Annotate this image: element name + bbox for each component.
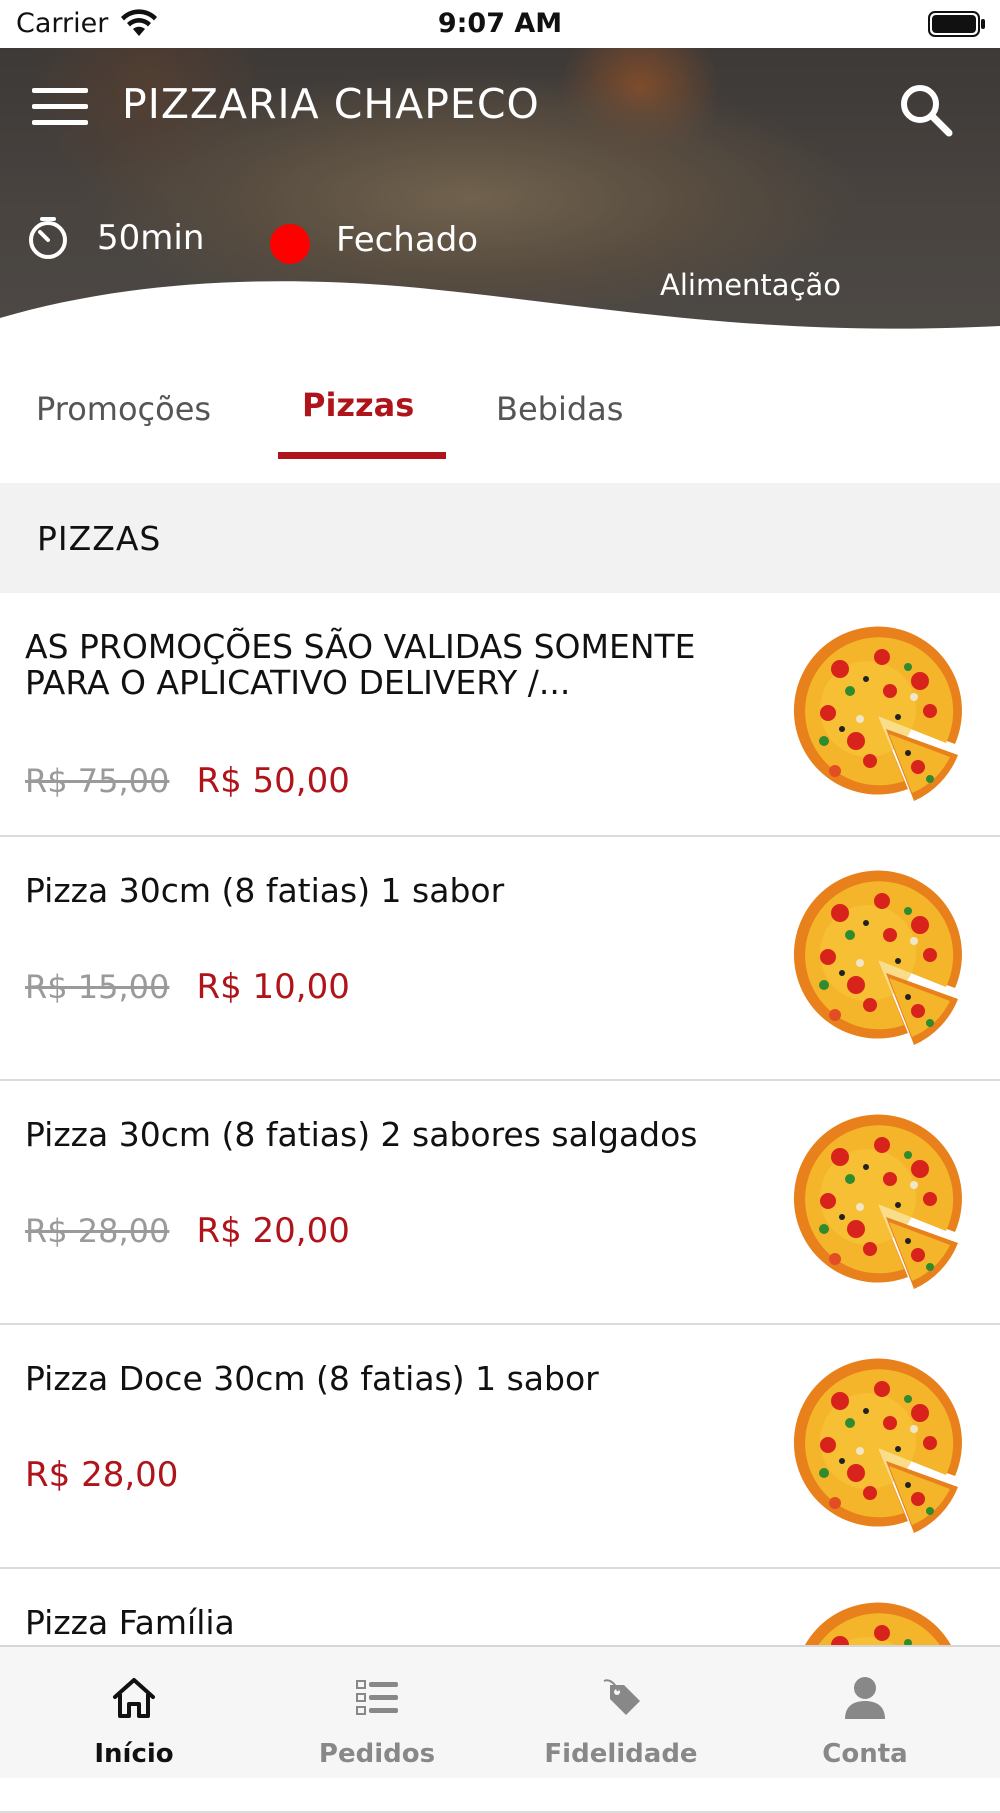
home-icon (113, 1678, 155, 1718)
price-row: R$ 28,00 R$ 20,00 (25, 1211, 350, 1251)
price: R$ 20,00 (196, 1211, 350, 1251)
price-row: R$ 75,00 R$ 50,00 (25, 761, 350, 801)
product-item[interactable]: Pizza 30cm (8 fatias) 1 sabor R$ 15,00 R… (0, 837, 1000, 1081)
price: R$ 50,00 (196, 761, 350, 801)
price: R$ 28,00 (25, 1455, 179, 1495)
header-wave-divider (0, 281, 1000, 368)
store-status-dot (270, 224, 310, 264)
price: R$ 10,00 (196, 967, 350, 1007)
store-name: PIZZARIA CHAPECO (122, 80, 540, 128)
section-header: PIZZAS (0, 483, 1000, 593)
status-bar: Carrier 9:07 AM (0, 0, 1000, 48)
battery-icon (928, 11, 985, 37)
section-title: PIZZAS (37, 519, 162, 558)
tab-promocoes[interactable]: Promoções (36, 390, 211, 428)
old-price: R$ 15,00 (25, 968, 170, 1006)
tabbar-item-fidelidade[interactable]: Fidelidade (496, 1647, 746, 1780)
product-name: Pizza Doce 30cm (8 fatias) 1 sabor (25, 1359, 599, 1398)
product-name: AS PROMOÇÕES SÃO VALIDAS SOMENTE PARA O … (25, 627, 696, 702)
product-item[interactable]: Pizza 30cm (8 fatias) 2 sabores salgados… (0, 1081, 1000, 1325)
price-row: R$ 15,00 R$ 10,00 (25, 967, 350, 1007)
pizza-image (793, 626, 962, 801)
menu-icon[interactable] (32, 88, 88, 128)
store-category: Alimentação (660, 268, 842, 302)
orders-list-icon (356, 1680, 398, 1715)
active-tab-indicator (278, 452, 446, 459)
delivery-time: 50min (97, 218, 205, 258)
bottom-tab-bar: Início Pedidos Fidelidade Conta (0, 1645, 1000, 1778)
tabbar-item-pedidos[interactable]: Pedidos (252, 1647, 502, 1780)
old-price: R$ 28,00 (25, 1212, 170, 1250)
category-tabs: Promoções Pizzas Bebidas (0, 368, 1000, 483)
old-price: R$ 75,00 (25, 762, 170, 800)
store-status: Fechado (336, 220, 479, 260)
clock: 9:07 AM (437, 8, 563, 39)
pizza-image (793, 1358, 962, 1533)
product-name: Pizza 30cm (8 fatias) 1 sabor (25, 871, 505, 910)
product-name: Pizza 30cm (8 fatias) 2 sabores salgados (25, 1115, 698, 1154)
product-item[interactable]: AS PROMOÇÕES SÃO VALIDAS SOMENTE PARA O … (0, 593, 1000, 837)
tabbar-label: Conta (822, 1739, 908, 1769)
tab-bebidas[interactable]: Bebidas (496, 390, 623, 428)
product-name: Pizza Família (25, 1603, 235, 1642)
search-icon[interactable] (898, 82, 954, 138)
user-icon (845, 1677, 885, 1719)
timer-icon (29, 217, 67, 259)
product-list: AS PROMOÇÕES SÃO VALIDAS SOMENTE PARA O … (0, 593, 1000, 1813)
pizza-image (793, 870, 962, 1045)
product-item[interactable]: Pizza Doce 30cm (8 fatias) 1 sabor R$ 28… (0, 1325, 1000, 1569)
tabbar-item-conta[interactable]: Conta (740, 1647, 990, 1780)
tabbar-label: Fidelidade (544, 1739, 698, 1769)
tabbar-label: Início (94, 1739, 174, 1769)
tabbar-item-inicio[interactable]: Início (9, 1647, 259, 1780)
pizza-image (793, 1114, 962, 1289)
loyalty-tag-icon (603, 1679, 640, 1715)
tab-pizzas[interactable]: Pizzas (302, 386, 414, 424)
price-row: R$ 28,00 (25, 1455, 178, 1495)
tabbar-label: Pedidos (318, 1739, 436, 1769)
